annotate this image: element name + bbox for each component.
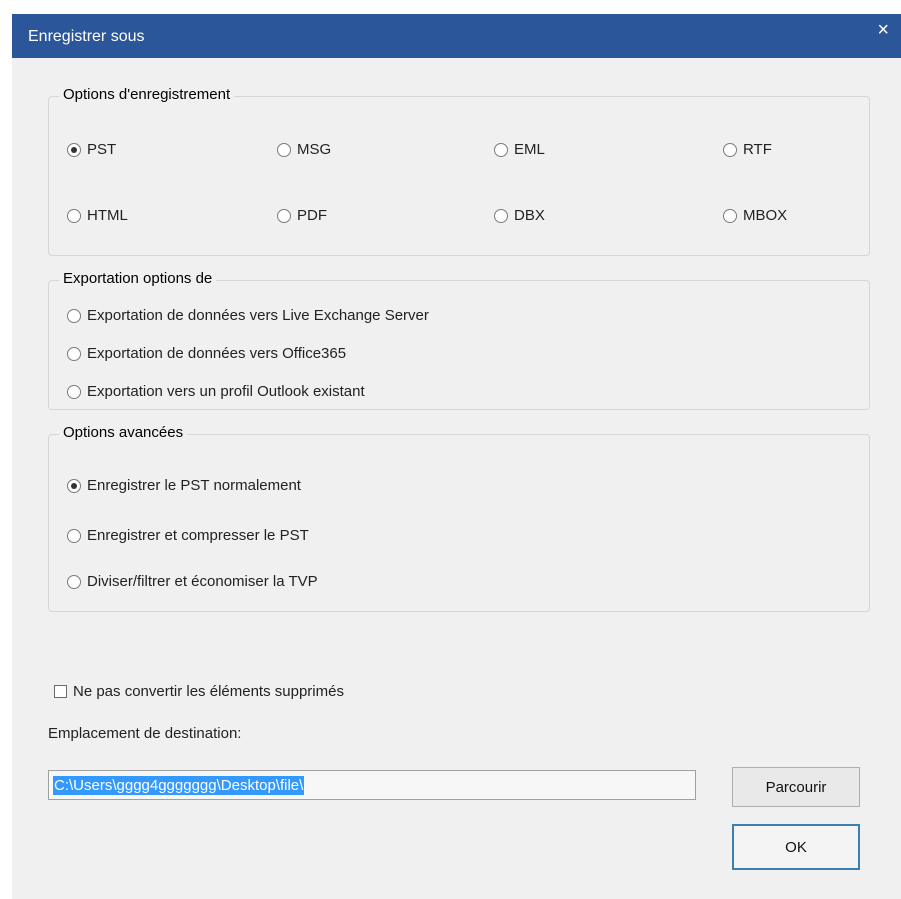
radio-circle-icon [67,346,81,361]
save-as-dialog: Enregistrer sous × Options d'enregistrem… [12,14,901,899]
close-icon[interactable]: × [877,20,889,40]
radio-label: MSG [297,141,332,158]
radio-format-pst[interactable]: PST [67,141,116,158]
radio-export-outlook-profile[interactable]: Exportation vers un profil Outlook exist… [67,383,365,400]
radio-split-filter-save[interactable]: Diviser/filtrer et économiser la TVP [67,573,318,590]
checkbox-label: Ne pas convertir les éléments supprimés [73,683,344,700]
radio-label: Enregistrer et compresser le PST [87,527,309,544]
radio-format-dbx[interactable]: DBX [494,207,545,224]
radio-label: PST [87,141,117,158]
radio-label: EML [514,141,545,158]
radio-format-mbox[interactable]: MBOX [723,207,787,224]
radio-circle-icon [67,208,81,223]
radio-format-html[interactable]: HTML [67,207,128,224]
ok-button[interactable]: OK [732,824,860,870]
radio-circle-icon [494,208,508,223]
radio-label: PDF [297,207,327,224]
radio-label: RTF [743,141,772,158]
radio-label: Enregistrer le PST normalement [87,477,301,494]
title-bar: Enregistrer sous × [12,14,901,58]
radio-circle-icon [494,142,508,157]
radio-circle-icon [67,574,81,589]
radio-circle-icon [67,384,81,399]
radio-circle-icon [723,142,737,157]
browse-button[interactable]: Parcourir [732,767,860,807]
radio-export-live-exchange[interactable]: Exportation de données vers Live Exchang… [67,307,429,324]
radio-circle-icon [67,528,81,543]
export-options-legend: Exportation options de [59,270,217,287]
radio-circle-icon [277,208,291,223]
radio-circle-icon [277,142,291,157]
radio-save-compress-pst[interactable]: Enregistrer et compresser le PST [67,527,309,544]
save-options-legend: Options d'enregistrement [59,86,235,103]
radio-label: Exportation de données vers Live Exchang… [87,307,429,324]
checkbox-box-icon [54,685,67,698]
radio-circle-icon [723,208,737,223]
radio-format-msg[interactable]: MSG [277,141,331,158]
radio-label: Exportation de données vers Office365 [87,345,347,362]
radio-label: HTML [87,207,128,224]
radio-format-eml[interactable]: EML [494,141,545,158]
radio-label: MBOX [743,207,788,224]
advanced-options-legend: Options avancées [59,424,188,441]
radio-circle-icon [67,142,81,157]
dialog-title: Enregistrer sous [28,28,145,45]
radio-save-pst-normally[interactable]: Enregistrer le PST normalement [67,477,301,494]
radio-label: DBX [514,207,545,224]
radio-label: Exportation vers un profil Outlook exist… [87,383,365,400]
radio-label: Diviser/filtrer et économiser la TVP [87,573,318,590]
destination-path-field[interactable]: C:\Users\gggg4ggggggg\Desktop\file\ [48,770,696,800]
radio-circle-icon [67,308,81,323]
save-options-group: Options d'enregistrement PST MSG EML RTF… [48,86,870,256]
radio-format-rtf[interactable]: RTF [723,141,772,158]
destination-path-value: C:\Users\gggg4ggggggg\Desktop\file\ [53,775,305,795]
destination-label: Emplacement de destination: [48,725,242,742]
advanced-options-group: Options avancées Enregistrer le PST norm… [48,424,870,612]
radio-circle-icon [67,478,81,493]
radio-format-pdf[interactable]: PDF [277,207,327,224]
export-options-group: Exportation options de Exportation de do… [48,270,870,410]
radio-export-office365[interactable]: Exportation de données vers Office365 [67,345,346,362]
skip-deleted-items-checkbox[interactable]: Ne pas convertir les éléments supprimés [54,683,344,700]
